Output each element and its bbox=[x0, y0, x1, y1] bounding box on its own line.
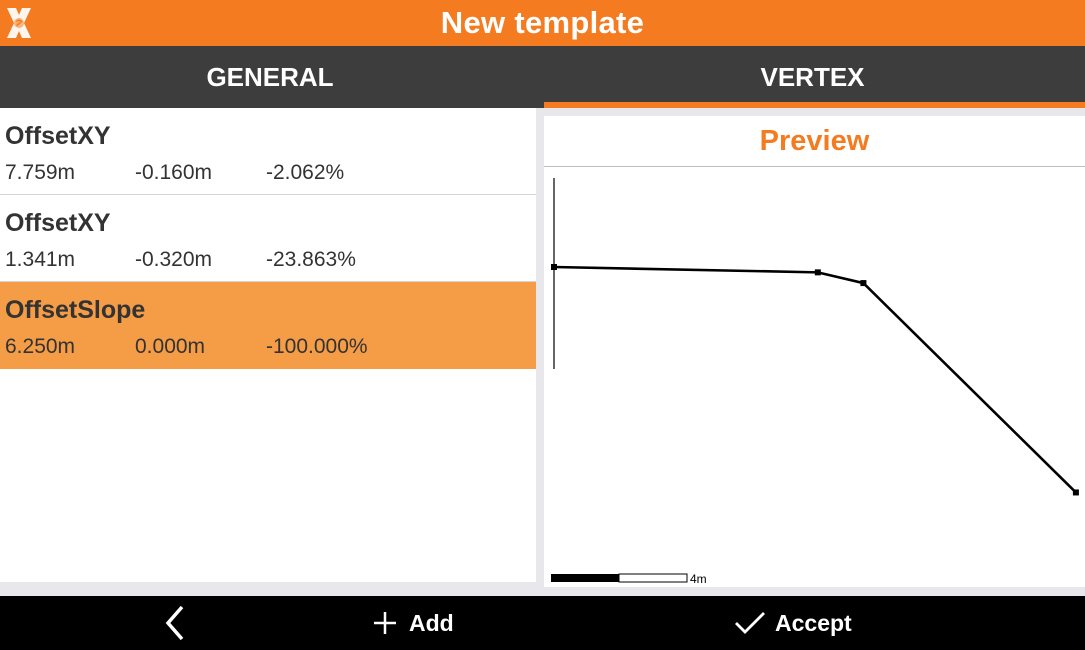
vertex-height: -0.320m bbox=[135, 248, 213, 271]
tab-general[interactable]: GENERAL bbox=[0, 46, 540, 108]
profile-line bbox=[553, 265, 1077, 494]
vertex-height: -0.160m bbox=[135, 161, 213, 184]
accept-button-label: Accept bbox=[775, 609, 852, 636]
vertex-type: OffsetXY bbox=[5, 209, 111, 237]
list-item-selected[interactable]: OffsetSlope 6.250m 0.000m -100.000% bbox=[0, 282, 536, 369]
accept-button[interactable]: Accept bbox=[734, 596, 852, 650]
tab-vertex-label: VERTEX bbox=[760, 61, 865, 92]
vertex-type: OffsetXY bbox=[5, 122, 111, 150]
add-button-label: Add bbox=[409, 609, 454, 636]
vertex-offset: 7.759m bbox=[5, 161, 76, 184]
vertex-type: OffsetSlope bbox=[5, 296, 146, 324]
list-item[interactable]: OffsetXY 1.341m -0.320m -23.863% bbox=[0, 195, 536, 282]
profile-vertex-marker bbox=[551, 264, 557, 270]
bottom-action-bar: Add Accept bbox=[0, 596, 1085, 650]
profile-vertex-marker bbox=[814, 269, 821, 276]
chevron-left-icon bbox=[165, 605, 184, 641]
back-button[interactable] bbox=[160, 596, 192, 650]
check-icon bbox=[735, 612, 765, 634]
app-logo-icon[interactable] bbox=[3, 5, 35, 41]
vertex-offset: 6.250m bbox=[5, 335, 76, 358]
tab-bar: GENERAL VERTEX bbox=[0, 46, 1085, 108]
page-title: New template bbox=[440, 5, 645, 40]
add-button[interactable]: Add bbox=[372, 596, 454, 650]
active-tab-indicator bbox=[544, 102, 1085, 108]
vertex-slope: -23.863% bbox=[266, 248, 356, 271]
profile-vertices bbox=[551, 264, 1079, 496]
list-item[interactable]: OffsetXY 7.759m -0.160m -2.062% bbox=[0, 108, 536, 195]
tab-vertex[interactable]: VERTEX bbox=[540, 46, 1085, 108]
profile-vertex-marker bbox=[860, 280, 867, 287]
scale-bar-dark bbox=[551, 574, 619, 582]
vertex-list: OffsetXY 7.759m -0.160m -2.062% OffsetXY… bbox=[0, 108, 536, 582]
profile-vertex-marker bbox=[1072, 489, 1079, 496]
scale-bar-label: 4m bbox=[690, 572, 707, 586]
vertex-height: 0.000m bbox=[135, 335, 206, 358]
vertex-offset: 1.341m bbox=[5, 248, 76, 271]
tab-general-label: GENERAL bbox=[206, 61, 334, 92]
title-bar: New template bbox=[0, 0, 1085, 46]
plus-icon bbox=[374, 612, 396, 634]
vertex-slope: -2.062% bbox=[266, 161, 345, 184]
preview-panel: Preview 4m bbox=[544, 116, 1085, 587]
vertex-slope: -100.000% bbox=[266, 335, 368, 358]
scale-bar-light bbox=[618, 573, 688, 583]
preview-canvas[interactable]: 4m bbox=[544, 116, 1085, 587]
